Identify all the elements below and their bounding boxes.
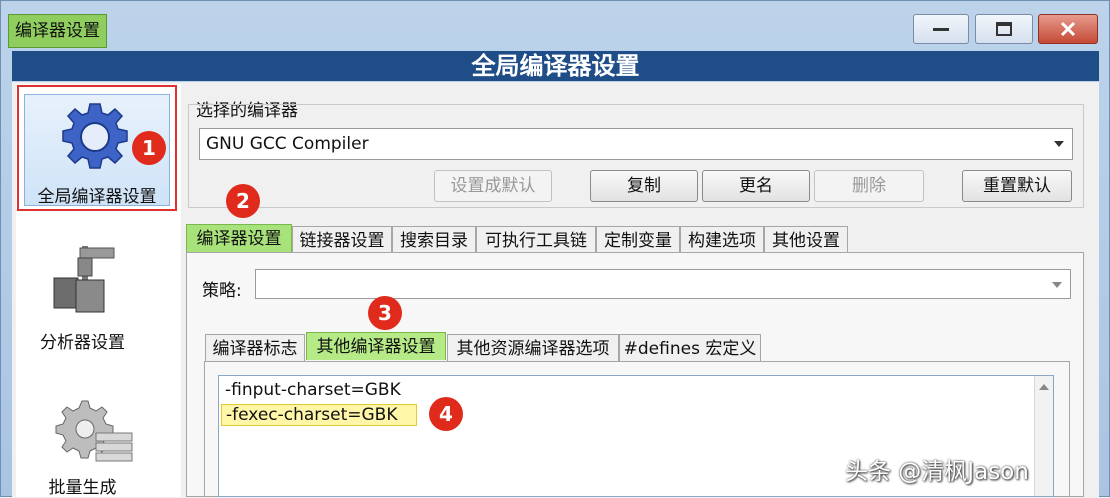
vertical-scrollbar[interactable] [1034, 376, 1053, 496]
sidebar-item-label: 批量生成 [48, 478, 117, 498]
sidebar-item-analyzer[interactable]: 分析器设置 [0, 240, 165, 353]
window-title: 编译器设置 [8, 14, 107, 48]
delete-button[interactable]: 删除 [814, 170, 924, 202]
option-line-highlighted: -fexec-charset=GBK [221, 404, 417, 426]
set-default-button[interactable]: 设置成默认 [434, 170, 552, 202]
reset-defaults-button[interactable]: 重置默认 [962, 170, 1072, 202]
maximize-icon [996, 22, 1012, 36]
tab-defines[interactable]: #defines 宏定义 [619, 334, 761, 362]
sidebar-item-label: 全局编译器设置 [37, 187, 157, 207]
chevron-down-icon [1054, 141, 1064, 147]
compiler-select[interactable]: GNU GCC Compiler [199, 128, 1073, 160]
tab-search-directories[interactable]: 搜索目录 [392, 226, 476, 254]
minimize-icon [933, 28, 949, 31]
tab-linker-settings[interactable]: 链接器设置 [292, 226, 392, 254]
marker-3: 3 [368, 296, 402, 330]
chevron-down-icon [1052, 282, 1062, 288]
tab-other-compiler-options[interactable]: 其他编译器设置 [306, 332, 446, 360]
watermark: 头条 @清枫Jason [845, 459, 1029, 485]
marker-1: 1 [132, 131, 166, 165]
page-title: 全局编译器设置 [12, 51, 1099, 81]
rename-button[interactable]: 更名 [702, 170, 810, 202]
tab-toolchain[interactable]: 可执行工具链 [476, 226, 596, 254]
tab-other-settings[interactable]: 其他设置 [764, 226, 848, 254]
marker-4: 4 [429, 397, 463, 431]
gear-icon [62, 103, 128, 169]
option-line: -finput-charset=GBK [225, 380, 401, 400]
close-button[interactable] [1038, 14, 1098, 44]
maximize-button[interactable] [975, 14, 1033, 44]
minimize-button[interactable] [913, 14, 969, 44]
policy-label: 策略: [202, 281, 242, 301]
tab-custom-variables[interactable]: 定制变量 [596, 226, 680, 254]
close-icon [1060, 21, 1076, 37]
caliper-icon [53, 246, 115, 313]
tab-compiler-settings[interactable]: 编译器设置 [186, 224, 292, 252]
sidebar-item-batch[interactable]: 批量生成 [0, 395, 165, 498]
tab-compiler-flags[interactable]: 编译器标志 [205, 334, 305, 362]
tab-resource-compiler-options[interactable]: 其他资源编译器选项 [447, 334, 619, 362]
tab-build-options[interactable]: 构建选项 [680, 226, 764, 254]
gear-stack-icon [55, 400, 133, 462]
copy-button[interactable]: 复制 [590, 170, 698, 202]
scroll-up-icon [1039, 384, 1049, 390]
compiler-select-value: GNU GCC Compiler [206, 134, 369, 154]
sidebar-item-label: 分析器设置 [40, 333, 125, 353]
policy-select[interactable] [255, 269, 1071, 299]
marker-2: 2 [226, 184, 260, 218]
